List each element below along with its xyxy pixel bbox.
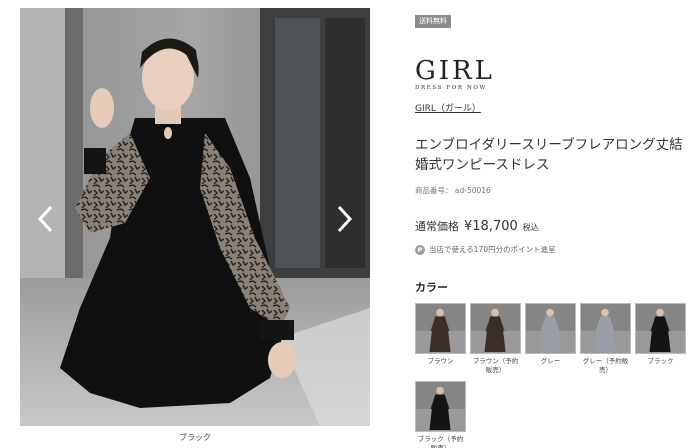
color-swatch[interactable]: ブラック [635, 303, 686, 375]
price-tax-label: 税込 [522, 223, 539, 232]
color-swatch-image [580, 303, 631, 354]
color-swatch-image [415, 381, 466, 432]
price-label: 通常価格 [415, 220, 459, 233]
main-product-photo [20, 8, 370, 426]
color-swatch-label: ブラウン（予約販売） [472, 357, 519, 374]
free-shipping-badge: 送料無料 [415, 15, 451, 28]
color-swatch-list: ブラウン ブラウン（予約販売） グレー グレー（予約販売） ブラックブラック（予約販売） [415, 303, 695, 448]
product-title: エンブロイダリースリーブフレアロング丈結婚式ワンピースドレス [415, 137, 683, 173]
color-swatch-label: ブラック [647, 357, 674, 365]
color-swatch[interactable]: ブラウン（予約販売） [470, 303, 521, 375]
color-swatch-label: グレー [540, 357, 561, 365]
color-swatch-image [470, 303, 521, 354]
color-swatch-label: グレー（予約販売） [582, 357, 629, 374]
color-swatch[interactable]: ブラック（予約販売） [415, 381, 466, 448]
brand-logo-text: GIRL [415, 56, 495, 86]
brand-logo: GIRL DRESS FOR NOW [415, 58, 505, 91]
gallery-next-button[interactable] [332, 204, 356, 234]
color-swatch[interactable]: グレー [525, 303, 576, 375]
color-swatch[interactable]: グレー（予約販売） [580, 303, 631, 375]
brand-link[interactable]: GIRL（ガール） [415, 101, 481, 114]
product-gallery [20, 8, 370, 426]
chevron-left-icon [37, 205, 53, 233]
points-row: P 当店で使える170円分のポイント進呈 [415, 244, 695, 255]
color-swatch-image [525, 303, 576, 354]
color-swatch-image [635, 303, 686, 354]
color-swatch-label: ブラック（予約販売） [417, 435, 464, 448]
color-swatch-image [415, 303, 466, 354]
color-swatch[interactable]: ブラウン [415, 303, 466, 375]
points-text: 当店で使える170円分のポイント進呈 [429, 245, 556, 254]
chevron-right-icon [337, 205, 353, 233]
product-info: 送料無料 GIRL DRESS FOR NOW GIRL（ガール） エンブロイダ… [415, 8, 695, 448]
points-icon: P [415, 244, 425, 255]
price-value: ¥18,700 [464, 219, 518, 234]
product-code: 商品番号： ad-50016 [415, 186, 491, 195]
gallery-prev-button[interactable] [34, 204, 58, 234]
color-heading: カラー [415, 281, 448, 294]
gallery-caption: ブラック [179, 433, 211, 442]
price-row: 通常価格 ¥18,700 税込 [415, 218, 695, 234]
color-swatch-label: ブラウン [427, 357, 454, 365]
